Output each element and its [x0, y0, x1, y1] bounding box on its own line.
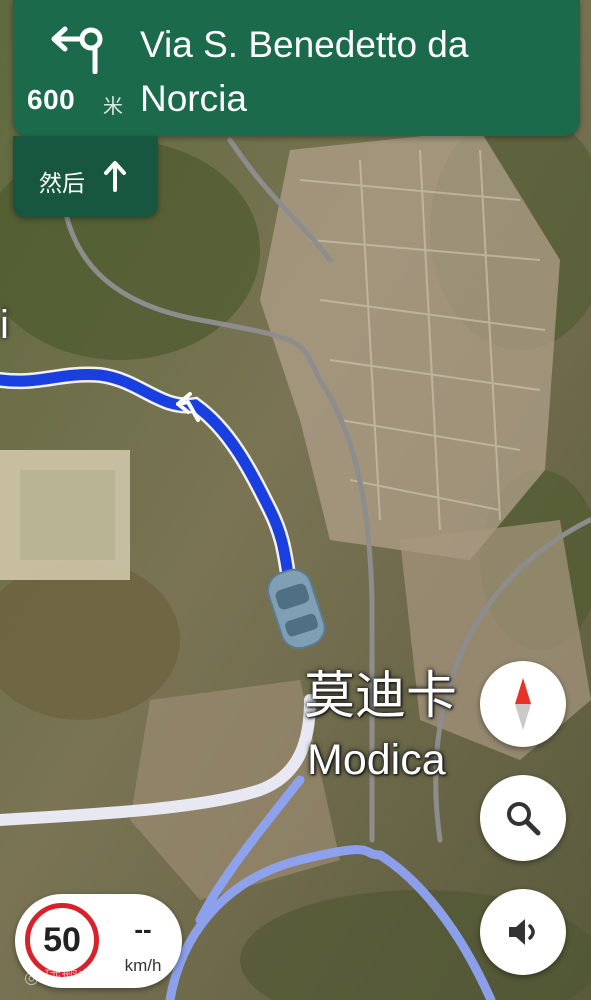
- then-instruction[interactable]: 然后: [13, 136, 158, 217]
- place-label-chinese: 莫迪卡: [304, 667, 458, 726]
- next-street-name: Via S. Benedetto da Norcia: [140, 24, 469, 119]
- sound-button[interactable]: [480, 889, 566, 975]
- partial-place-label: i: [0, 303, 9, 347]
- speed-unit: km/h: [124, 956, 162, 975]
- then-label: 然后: [39, 171, 85, 197]
- place-label-english: Modica: [307, 736, 446, 784]
- turn-left-then-right-arrow-icon: [51, 26, 103, 74]
- current-speed: --: [134, 914, 152, 944]
- compass-icon: [515, 678, 531, 730]
- arrow-up-icon: [104, 161, 126, 192]
- navigation-header[interactable]: 600 米 Via S. Benedetto da Norcia: [13, 0, 580, 136]
- distance-unit: 米: [103, 94, 123, 118]
- search-icon: [507, 802, 541, 836]
- volume-icon: [509, 919, 535, 945]
- search-button[interactable]: [480, 775, 566, 861]
- watermark: ◎ 碰鹅车: [24, 968, 96, 988]
- distance-value: 600: [27, 84, 76, 115]
- compass-button[interactable]: [480, 661, 566, 747]
